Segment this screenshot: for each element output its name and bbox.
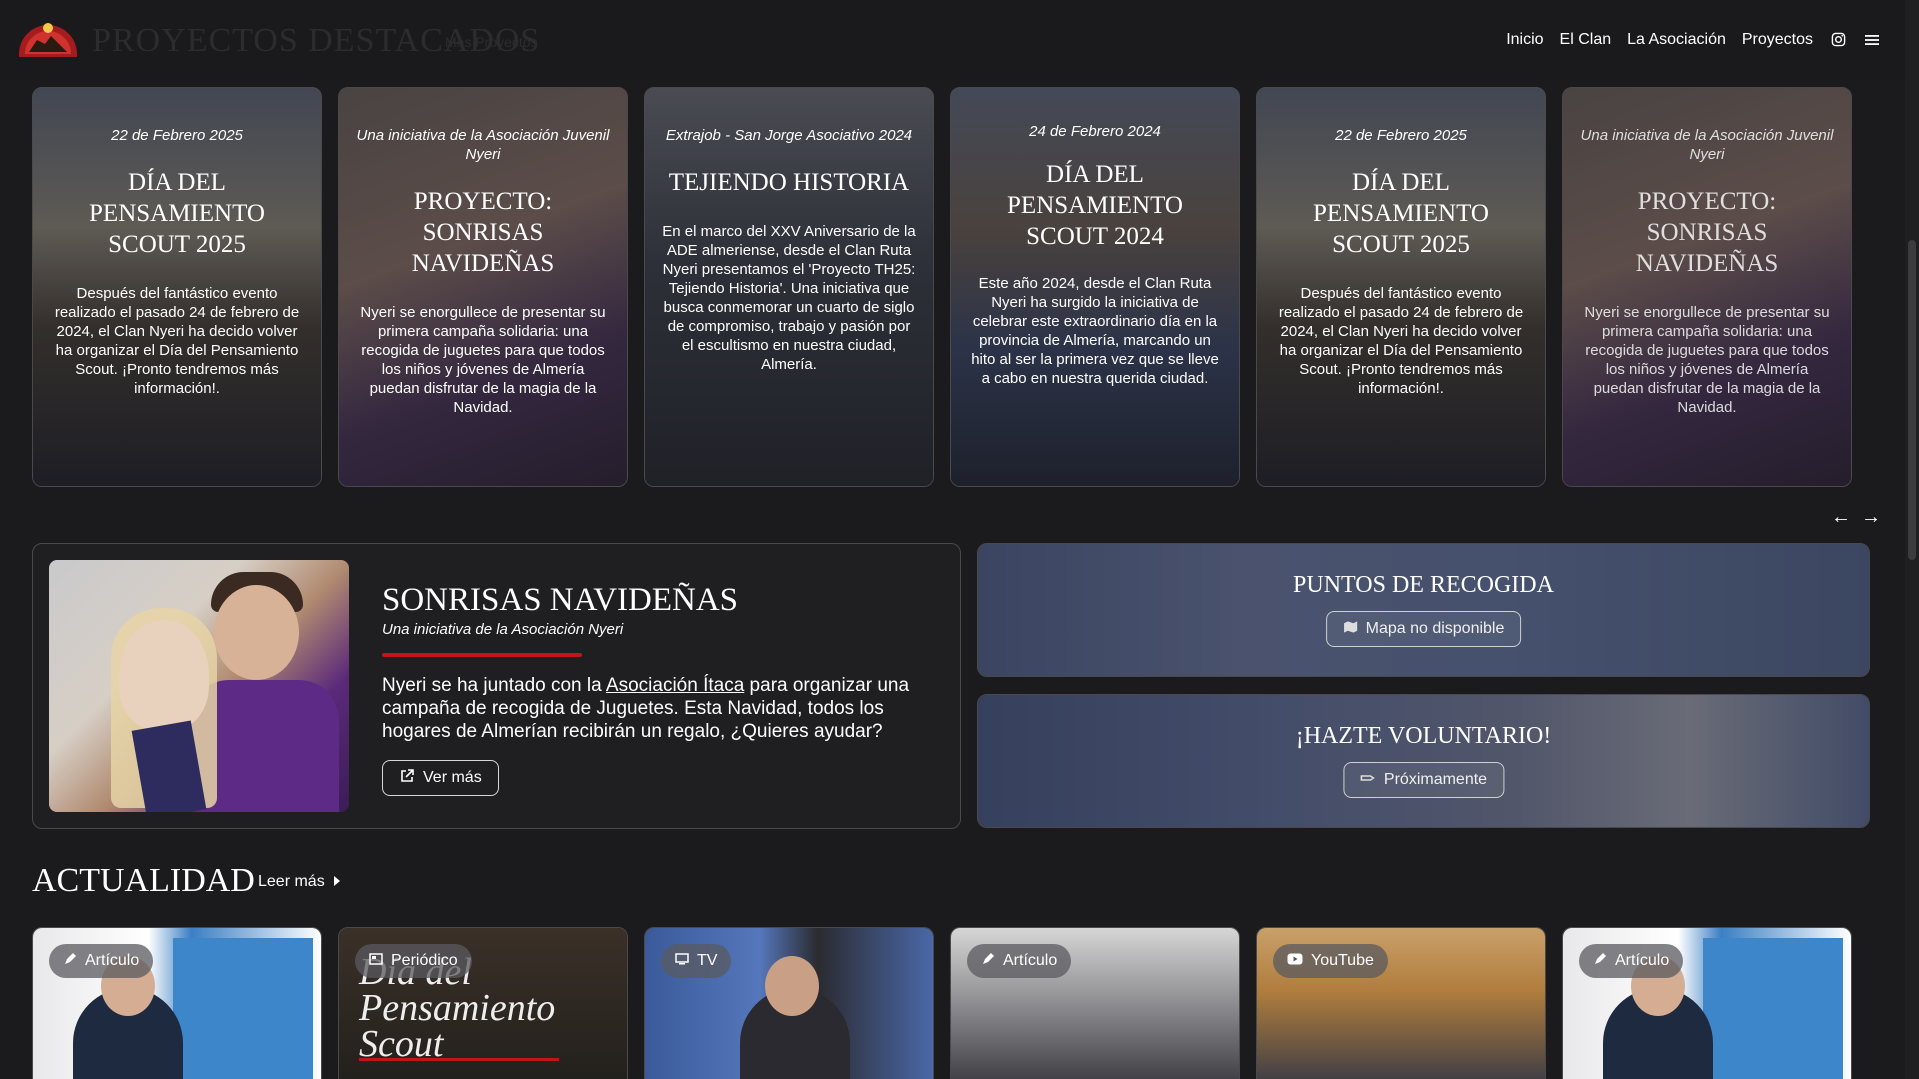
newspaper-icon: [369, 952, 383, 970]
panel-title: PUNTOS DE RECOGIDA: [1293, 572, 1554, 598]
leer-mas-label: Leer más: [258, 873, 325, 890]
card-title: TEJIENDO HISTORIA: [668, 169, 910, 196]
proximamente-label: Próximamente: [1383, 771, 1488, 788]
card-date: 22 de Febrero 2025: [1335, 127, 1467, 144]
project-photo: [49, 560, 349, 812]
card-title: DÍA DEL PENSAMIENTO SCOUT 2025: [1313, 169, 1489, 258]
card-title: DÍA DEL PENSAMIENTO SCOUT 2025: [89, 169, 265, 258]
tv-icon: [675, 952, 689, 970]
mapa-button[interactable]: Mapa no disponible: [1325, 611, 1522, 647]
leer-mas-link[interactable]: Leer más: [258, 873, 341, 891]
card-description: Después del fantástico evento realizado …: [1278, 285, 1524, 397]
news-badge: TV: [661, 944, 732, 978]
news-card[interactable]: TV: [644, 927, 934, 1079]
external-link-icon: [399, 768, 415, 789]
puntos-recogida-panel: PUNTOS DE RECOGIDA Mapa no disponible: [977, 543, 1870, 677]
news-card[interactable]: Artículo: [1562, 927, 1852, 1079]
project-description: Nyeri se ha juntado con la Asociación Ít…: [382, 674, 922, 743]
card-date: Extrajob - San Jorge Asociativo 2024: [665, 127, 913, 144]
ver-mas-label: Ver más: [423, 769, 482, 786]
news-badge: Artículo: [49, 944, 154, 978]
scroll-thumb[interactable]: [1908, 240, 1916, 560]
proximamente-button[interactable]: Próximamente: [1342, 762, 1505, 798]
clan-logo[interactable]: [15, 14, 81, 60]
actualidad-title: ACTUALIDAD: [32, 862, 255, 899]
news-carousel: Artículo Día del Pensamiento Scout Perió…: [32, 927, 1894, 1079]
card-date: Una iniciativa de la Asociación Juvenil …: [1580, 127, 1834, 163]
more-projects-hidden: Más Proyectos: [445, 34, 538, 50]
card-date: 22 de Febrero 2025: [111, 127, 243, 144]
panel-title: ¡HAZTE VOLUNTARIO!: [1295, 723, 1552, 749]
navbar: PROYECTOS DESTACADOS Más Proyectos Inici…: [0, 0, 1905, 79]
youtube-icon: [1287, 952, 1303, 970]
card-description: En el marco del XXV Aniversario de la AD…: [662, 223, 916, 373]
nav-el-clan[interactable]: El Clan: [1560, 31, 1612, 49]
project-title: SONRISAS NAVIDEÑAS: [382, 582, 739, 618]
arrow-left-icon[interactable]: ←: [1831, 506, 1851, 529]
red-divider: [382, 653, 582, 657]
nav-inicio[interactable]: Inicio: [1506, 31, 1543, 49]
arrow-right-icon[interactable]: →: [1861, 506, 1881, 529]
news-badge: Artículo: [967, 944, 1072, 978]
description-text: Nyeri se ha juntado con la: [382, 675, 606, 696]
news-badge: Periódico: [355, 944, 472, 978]
project-card[interactable]: 22 de Febrero 2025 DÍA DEL PENSAMIENTO S…: [1256, 87, 1546, 487]
pen-icon: [63, 952, 77, 971]
instagram-icon[interactable]: [1829, 31, 1847, 49]
news-badge: Artículo: [1579, 944, 1684, 978]
ver-mas-button[interactable]: Ver más: [382, 760, 499, 796]
nav-la-asociacion[interactable]: La Asociación: [1627, 31, 1726, 49]
mapa-label: Mapa no disponible: [1365, 620, 1505, 637]
project-subtitle: Una iniciativa de la Asociación Nyeri: [382, 621, 624, 638]
asociacion-itaca-link[interactable]: Asociación Ítaca: [606, 675, 744, 696]
project-card[interactable]: Una iniciativa de la Asociación Juvenil …: [338, 87, 628, 487]
card-date: 24 de Febrero 2024: [1029, 123, 1161, 140]
card-date: Una iniciativa de la Asociación Juvenil …: [356, 127, 610, 163]
pen-icon: [1593, 952, 1607, 971]
badge-label: Artículo: [1003, 952, 1058, 969]
badge-label: TV: [697, 952, 718, 969]
badge-label: Artículo: [1615, 952, 1670, 969]
card-title: DÍA DEL PENSAMIENTO SCOUT 2024: [1007, 161, 1183, 250]
caret-right-icon: [333, 873, 341, 891]
badge-label: YouTube: [1311, 952, 1374, 969]
project-card[interactable]: Una iniciativa de la Asociación Juvenil …: [1562, 87, 1852, 487]
projects-carousel: 22 de Febrero 2025 DÍA DEL PENSAMIENTO S…: [32, 87, 1894, 487]
badge-label: Artículo: [85, 952, 140, 969]
card-description: Después del fantástico evento realizado …: [54, 285, 300, 397]
card-description: Este año 2024, desde el Clan Ruta Nyeri …: [971, 275, 1219, 387]
carousel-controls: ← →: [1831, 506, 1881, 529]
featured-project-panel: SONRISAS NAVIDEÑAS Una iniciativa de la …: [32, 543, 961, 829]
project-card[interactable]: Extrajob - San Jorge Asociativo 2024 TEJ…: [644, 87, 934, 487]
badge-label: Periódico: [391, 952, 458, 969]
card-description: Nyeri se enorgullece de presentar su pri…: [360, 304, 606, 416]
card-description: Nyeri se enorgullece de presentar su pri…: [1584, 304, 1830, 416]
project-card[interactable]: 24 de Febrero 2024 DÍA DEL PENSAMIENTO S…: [950, 87, 1240, 487]
map-icon: [1343, 620, 1358, 639]
menu-icon[interactable]: [1863, 31, 1881, 49]
news-card[interactable]: Artículo: [32, 927, 322, 1079]
voluntario-panel: ¡HAZTE VOLUNTARIO! Próximamente: [977, 694, 1870, 828]
card-title: PROYECTO: SONRISAS NAVIDEÑAS: [1635, 188, 1779, 277]
nav-proyectos[interactable]: Proyectos: [1742, 31, 1813, 49]
news-card[interactable]: Día del Pensamiento Scout Periódico: [338, 927, 628, 1079]
news-badge: YouTube: [1273, 944, 1388, 978]
nav-links: Inicio El Clan La Asociación Proyectos: [1506, 0, 1881, 79]
hands-icon: [1360, 771, 1376, 790]
card-title: PROYECTO: SONRISAS NAVIDEÑAS: [411, 188, 555, 277]
news-card[interactable]: YouTube: [1256, 927, 1546, 1079]
news-card[interactable]: Artículo: [950, 927, 1240, 1079]
project-card[interactable]: 22 de Febrero 2025 DÍA DEL PENSAMIENTO S…: [32, 87, 322, 487]
page-scrollbar[interactable]: [1905, 0, 1919, 1079]
pen-icon: [981, 952, 995, 971]
